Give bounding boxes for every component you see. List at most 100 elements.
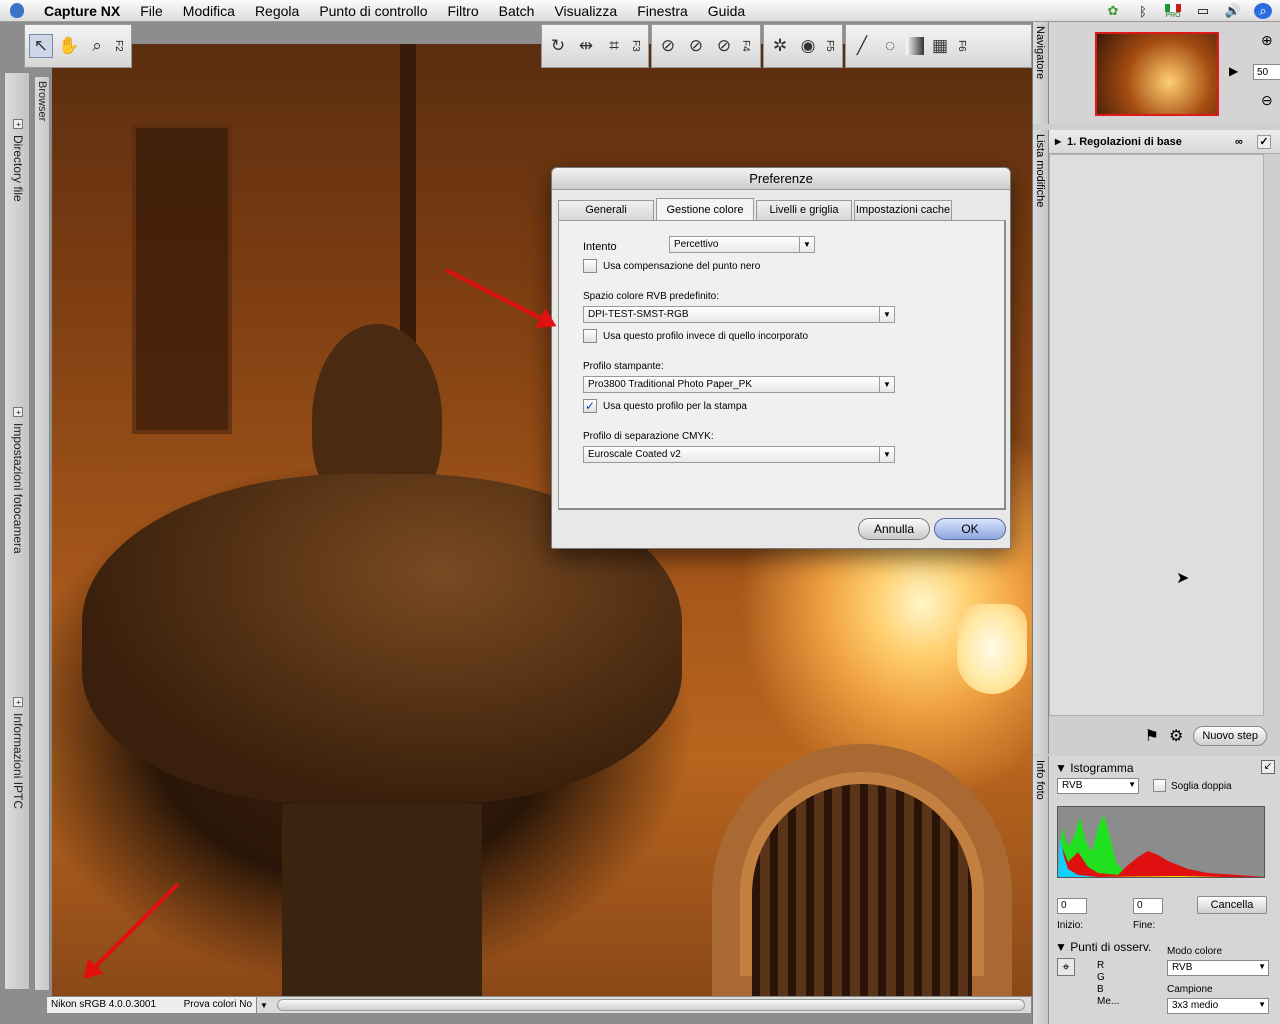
edit-steps-list[interactable]: [1049, 154, 1264, 716]
browser-tab[interactable]: Browser: [34, 76, 50, 991]
bluetooth-icon[interactable]: ᛒ: [1134, 3, 1152, 19]
zoom-in-icon[interactable]: ⊕: [1261, 32, 1273, 49]
photo-info-tab[interactable]: Info foto: [1033, 756, 1049, 1024]
printer-profile-select[interactable]: Pro3800 Traditional Photo Paper_PK ▼: [583, 376, 895, 393]
navigator-label: Navigatore: [1034, 26, 1046, 80]
step-header[interactable]: ▶ 1. Regolazioni di base ∞ ✓: [1049, 130, 1280, 154]
menu-guida[interactable]: Guida: [698, 0, 755, 22]
use-print-profile-checkbox[interactable]: ✓: [583, 399, 597, 413]
use-profile-label: Usa questo profilo invece di quello inco…: [603, 331, 809, 342]
step-title: 1. Regolazioni di base: [1067, 135, 1182, 148]
menu-batch[interactable]: Batch: [489, 0, 545, 22]
crop-icon[interactable]: ⌗: [602, 34, 626, 58]
volume-icon[interactable]: 🔊: [1224, 3, 1242, 19]
expand-icon: +: [13, 407, 23, 417]
profile-name: Nikon sRGB 4.0.0.3001: [51, 999, 157, 1010]
start-label: Inizio:: [1057, 920, 1084, 931]
selection-control-icon[interactable]: ✲: [768, 34, 792, 58]
double-threshold-checkbox[interactable]: [1153, 779, 1166, 792]
white-point-icon[interactable]: ⊘: [684, 34, 708, 58]
histogram-cancel-button[interactable]: Cancella: [1197, 896, 1267, 914]
tab-livelli-e-griglia[interactable]: Livelli e griglia: [756, 200, 852, 220]
histogram-start-field[interactable]: 0: [1057, 898, 1087, 914]
gradient-icon[interactable]: [906, 37, 924, 55]
rotate-icon[interactable]: ↻: [546, 34, 570, 58]
channel-r: R: [1097, 960, 1105, 971]
dialog-title[interactable]: Preferenze: [552, 168, 1010, 190]
intent-select[interactable]: Percettivo ▼: [669, 236, 815, 253]
double-threshold-label: Soglia doppia: [1171, 781, 1232, 792]
zoom-field[interactable]: 50: [1253, 64, 1280, 80]
tab-impostazioni-cache[interactable]: Impostazioni cache: [854, 200, 952, 220]
cancel-button[interactable]: Annulla: [858, 518, 930, 540]
histogram-graph[interactable]: [1057, 806, 1265, 878]
histogram-title[interactable]: ▼ Istogramma: [1055, 761, 1134, 775]
lasso-icon[interactable]: ◌: [878, 34, 902, 58]
horizontal-scrollbar[interactable]: [276, 999, 1025, 1011]
menu-app-name[interactable]: Capture NX: [34, 0, 130, 22]
dialog-tabs: Generali Gestione colore Livelli e grigl…: [558, 198, 954, 220]
menu-filtro[interactable]: Filtro: [438, 0, 489, 22]
cmyk-profile-select[interactable]: Euroscale Coated v2 ▼: [583, 446, 895, 463]
edit-list-tab[interactable]: Lista modifiche: [1033, 130, 1049, 754]
leaf-icon[interactable]: ✿: [1104, 3, 1122, 19]
menu-visualizza[interactable]: Visualizza: [544, 0, 627, 22]
proof-status: Prova colori No: [183, 999, 252, 1010]
fkey-label: F2: [113, 40, 124, 52]
neutral-point-icon[interactable]: ⊘: [712, 34, 736, 58]
menu-modifica[interactable]: Modifica: [173, 0, 245, 22]
ok-button[interactable]: OK: [934, 518, 1006, 540]
flag-icon[interactable]: ⚑: [1145, 726, 1159, 746]
toolbar-brushes: ╱ ◌ ▦ F6: [845, 24, 1032, 68]
tab-gestione-colore[interactable]: Gestione colore: [656, 198, 754, 220]
language-flag-icon[interactable]: PRO: [1164, 3, 1182, 19]
checkmark-icon[interactable]: ✓: [1257, 134, 1271, 149]
red-eye-icon[interactable]: ◉: [796, 34, 820, 58]
chevron-down-icon[interactable]: ▼: [257, 1001, 271, 1010]
crosshair-icon[interactable]: ⌖: [1057, 958, 1075, 976]
black-point-icon[interactable]: ⊘: [656, 34, 680, 58]
tab-directory-file[interactable]: + Directory file: [11, 119, 25, 202]
use-profile-checkbox[interactable]: [583, 329, 597, 343]
brush-icon[interactable]: ╱: [850, 34, 874, 58]
straighten-icon[interactable]: ⇹: [574, 34, 598, 58]
menu-finestra[interactable]: Finestra: [627, 0, 698, 22]
channel-b: B: [1097, 984, 1104, 995]
menu-regola[interactable]: Regola: [245, 0, 309, 22]
black-point-checkbox[interactable]: [583, 259, 597, 273]
zoom-out-icon[interactable]: ⊖: [1261, 92, 1273, 109]
status-bar: Nikon sRGB 4.0.0.3001 Prova colori No ▼: [46, 996, 1032, 1014]
menu-file[interactable]: File: [130, 0, 173, 22]
tab-generali[interactable]: Generali: [558, 200, 654, 220]
histogram-end-field[interactable]: 0: [1133, 898, 1163, 914]
zoom-slider-icon[interactable]: ▶: [1229, 64, 1238, 78]
chevron-down-icon: ▼: [879, 307, 894, 322]
tab-informazioni-iptc[interactable]: + Informazioni IPTC: [11, 697, 25, 809]
apple-menu-icon[interactable]: [0, 0, 34, 22]
display-icon[interactable]: ▭: [1194, 3, 1212, 19]
navigator-tab[interactable]: Navigatore: [1033, 22, 1049, 124]
histogram-channel-select[interactable]: RVB: [1057, 778, 1139, 794]
tab-label: Impostazioni fotocamera: [11, 423, 25, 554]
histogram-tool-icon[interactable]: ↙: [1261, 760, 1275, 774]
sample-select[interactable]: 3x3 medio: [1167, 998, 1269, 1014]
link-icon[interactable]: ∞: [1235, 136, 1243, 148]
gear-icon[interactable]: ⚙: [1169, 726, 1183, 746]
color-mode-select[interactable]: RVB: [1167, 960, 1269, 976]
mouse-cursor-icon: ➤: [1176, 570, 1190, 587]
fill-icon[interactable]: ▦: [928, 34, 952, 58]
tab-label: Informazioni IPTC: [11, 713, 25, 810]
spotlight-icon[interactable]: ⌕: [1254, 3, 1272, 19]
rgb-space-select[interactable]: DPI-TEST-SMST-RGB ▼: [583, 306, 895, 323]
zoom-icon[interactable]: ⌕: [85, 34, 109, 58]
menu-punto-di-controllo[interactable]: Punto di controllo: [309, 0, 437, 22]
color-profile-status[interactable]: Nikon sRGB 4.0.0.3001 Prova colori No: [47, 997, 257, 1013]
hand-icon[interactable]: ✋: [57, 34, 81, 58]
tab-impostazioni-fotocamera[interactable]: + Impostazioni fotocamera: [11, 407, 25, 554]
navigator-thumbnail[interactable]: [1095, 32, 1219, 116]
browser-label: Browser: [36, 81, 48, 122]
arrow-icon[interactable]: ↖: [29, 34, 53, 58]
watch-points-title[interactable]: ▼ Punti di osserv.: [1055, 940, 1151, 954]
new-step-button[interactable]: Nuovo step: [1193, 726, 1267, 746]
cmyk-profile-label: Profilo di separazione CMYK:: [583, 431, 714, 442]
